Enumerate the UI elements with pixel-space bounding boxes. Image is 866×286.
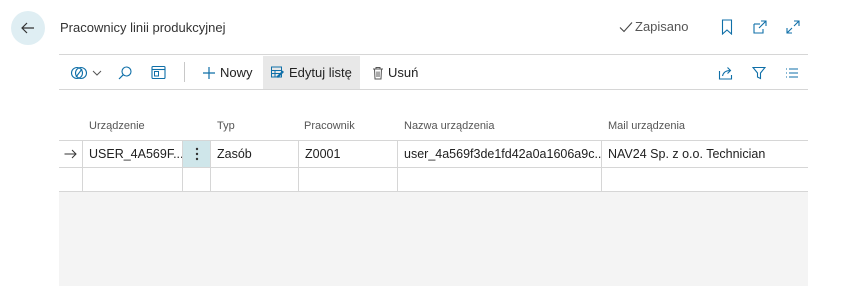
cell-type[interactable]: Zasób (211, 141, 299, 167)
table-row[interactable]: USER_4A569F... Zasób Z0001 user_4a569f3d… (59, 141, 808, 167)
search-icon (118, 65, 132, 79)
column-header-worker[interactable]: Pracownik (304, 120, 355, 132)
column-header-device-mail[interactable]: Mail urządzenia (608, 120, 685, 132)
table-row-empty[interactable] (59, 167, 808, 194)
open-new-window-button[interactable] (750, 17, 770, 37)
cell-device[interactable]: USER_4A569F... (83, 141, 183, 167)
filter-pane-icon (70, 66, 88, 79)
column-header-device-name[interactable]: Nazwa urządzenia (404, 120, 495, 132)
saved-status-label: Zapisano (635, 19, 689, 34)
trash-icon (373, 66, 383, 79)
new-button-label: Nowy (220, 65, 253, 80)
edit-list-icon (271, 66, 284, 78)
view-icon (151, 65, 166, 80)
vertical-ellipsis-icon (195, 147, 198, 161)
arrow-left-icon (21, 22, 34, 34)
edit-list-button-inner[interactable]: Edytuj listę (263, 56, 360, 89)
filter-button[interactable] (752, 56, 766, 89)
list-view-button[interactable] (785, 56, 799, 89)
new-button[interactable]: Nowy (202, 56, 253, 89)
share-icon (718, 66, 733, 80)
checkmark-icon (619, 21, 633, 32)
cell-device-name[interactable]: user_4a569f3de1fd42a0a1606a9c... (398, 141, 602, 167)
list-empty-area (59, 192, 808, 286)
view-toggle[interactable] (151, 56, 166, 89)
chevron-down-icon (92, 70, 102, 76)
cell-device-mail[interactable]: NAV24 Sp. z o.o. Technician (602, 141, 808, 167)
bookmark-button[interactable] (717, 17, 737, 37)
delete-button[interactable]: Usuń (372, 56, 418, 89)
bookmark-icon (721, 19, 733, 35)
saved-status: Zapisano (619, 19, 688, 34)
toolbar-separator (184, 62, 185, 82)
data-grid: USER_4A569F... Zasób Z0001 user_4a569f3d… (59, 140, 808, 194)
search-toggle[interactable] (117, 56, 133, 89)
share-button[interactable] (718, 56, 734, 89)
cell-worker[interactable]: Z0001 (299, 141, 398, 167)
row-indicator[interactable] (59, 141, 83, 167)
edit-list-button-label: Edytuj listę (289, 65, 352, 80)
edit-list-button[interactable]: Edytuj listę (263, 56, 360, 89)
column-header-device[interactable]: Urządzenie (89, 120, 145, 132)
column-header-type[interactable]: Typ (217, 120, 235, 132)
new-button-inner[interactable]: Nowy (202, 56, 253, 89)
funnel-icon (752, 66, 766, 79)
header-divider (59, 54, 808, 55)
back-button[interactable] (11, 11, 45, 45)
toolbar-divider (59, 89, 808, 90)
row-actions-button[interactable] (183, 141, 211, 167)
filter-pane-button[interactable] (70, 56, 102, 89)
delete-button-inner[interactable]: Usuń (372, 56, 418, 89)
delete-button-label: Usuń (388, 65, 419, 80)
expand-button[interactable] (783, 17, 803, 37)
filter-pane-toggle[interactable] (70, 56, 102, 89)
arrow-right-icon (64, 149, 77, 159)
expand-icon (786, 20, 800, 34)
plus-icon (203, 66, 215, 79)
list-lines-icon (786, 67, 798, 78)
page-title: Pracownicy linii produkcyjnej (60, 20, 226, 35)
open-in-new-window-icon (753, 20, 767, 34)
